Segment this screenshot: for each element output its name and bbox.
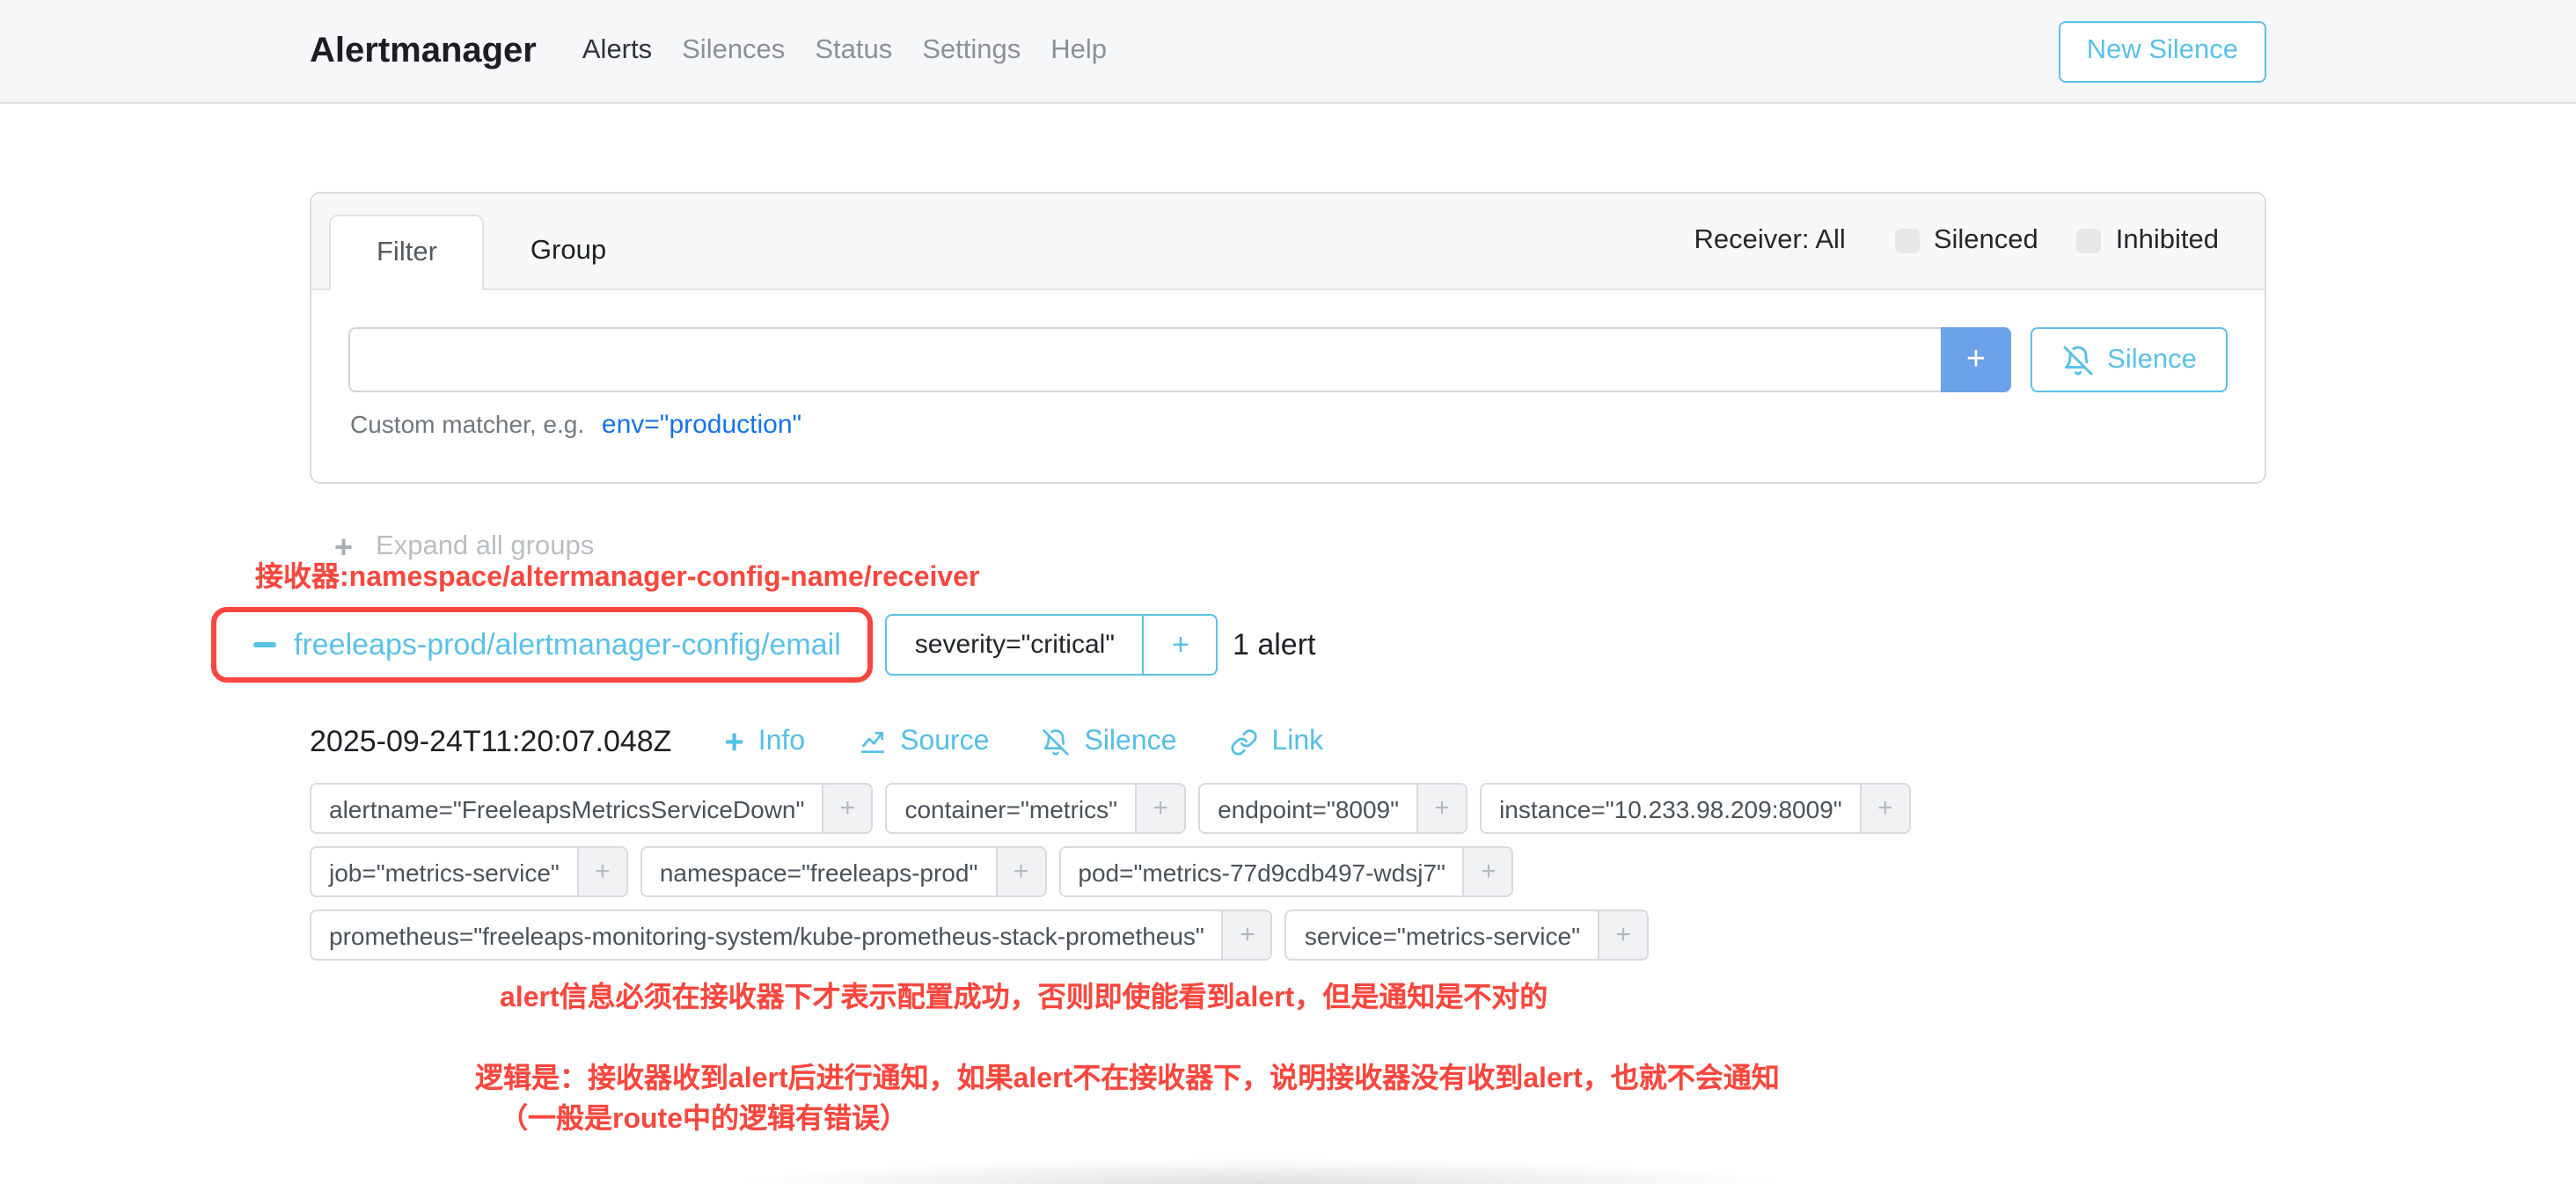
tab-group[interactable]: Group <box>485 215 652 287</box>
label-button[interactable]: namespace="freeleaps-prod" <box>642 848 996 895</box>
alert-label: service="metrics-service" + <box>1285 910 1649 961</box>
alert-label: namespace="freeleaps-prod" + <box>640 846 1047 897</box>
annotation-logic-line1: 逻辑是：接收器收到alert后进行通知，如果alert不在接收器下，说明接收器没… <box>475 1059 2266 1100</box>
navbar: Alertmanager Alerts Silences Status Sett… <box>0 0 2576 104</box>
alert-label: pod="metrics-77d9cdb497-wdsj7" + <box>1058 846 1514 897</box>
label-add-filter-button[interactable]: + <box>1598 911 1647 959</box>
alert-header: 2025-09-24T11:20:07.048Z + Info Source <box>310 725 2266 760</box>
label-button[interactable]: pod="metrics-77d9cdb497-wdsj7" <box>1060 848 1463 895</box>
nav-silences[interactable]: Silences <box>682 35 785 67</box>
alert-item: 2025-09-24T11:20:07.048Z + Info Source <box>310 725 2266 961</box>
add-matcher-button[interactable]: + <box>1941 327 2011 392</box>
groups-toolbar: + Expand all groups 接收器:namespace/alterm… <box>310 531 2266 570</box>
label-button[interactable]: prometheus="freeleaps-monitoring-system/… <box>311 911 1222 959</box>
alert-info-button[interactable]: + Info <box>724 726 805 759</box>
link-icon <box>1229 728 1257 756</box>
label-add-filter-button[interactable]: + <box>822 785 871 832</box>
label-add-filter-button[interactable]: + <box>1463 848 1512 895</box>
label-button[interactable]: alertname="FreeleapsMetricsServiceDown" <box>311 785 822 832</box>
silence-from-filter-button[interactable]: Silence <box>2031 327 2228 392</box>
alert-label: container="metrics" + <box>885 783 1186 834</box>
label-button[interactable]: endpoint="8009" <box>1200 785 1416 832</box>
main-nav: Alerts Silences Status Settings Help <box>582 35 1107 67</box>
nav-status[interactable]: Status <box>815 35 892 67</box>
label-add-filter-button[interactable]: + <box>577 848 626 895</box>
filter-tabs: Filter Group <box>329 215 652 289</box>
receiver-group-toggle[interactable]: freeleaps-prod/alertmanager-config/email <box>253 627 841 662</box>
label-button[interactable]: service="metrics-service" <box>1287 911 1598 959</box>
group-matcher: severity="critical" + <box>885 615 1218 676</box>
alert-label: prometheus="freeleaps-monitoring-system/… <box>310 910 1273 961</box>
alert-link-link[interactable]: Link <box>1229 727 1323 758</box>
tab-filter[interactable]: Filter <box>329 215 485 290</box>
bell-slash-icon <box>2061 344 2093 376</box>
nav-alerts[interactable]: Alerts <box>582 35 652 67</box>
receiver-group-name: freeleaps-prod/alertmanager-config/email <box>294 627 841 662</box>
plus-icon: + <box>724 726 743 759</box>
alert-label: endpoint="8009" + <box>1198 783 1467 834</box>
annotation-receiver-note: 接收器:namespace/altermanager-config-name/r… <box>255 552 979 595</box>
alert-count: 1 alert <box>1233 627 1316 662</box>
nav-help[interactable]: Help <box>1050 35 1107 67</box>
matcher-example-link[interactable]: env="production" <box>602 410 801 440</box>
silenced-checkbox-label: Silenced <box>1934 225 2038 257</box>
nav-settings[interactable]: Settings <box>922 35 1021 67</box>
label-add-filter-button[interactable]: + <box>1416 785 1466 832</box>
matcher-input-group: + <box>348 327 2011 392</box>
alert-group-row: freeleaps-prod/alertmanager-config/email… <box>211 607 2266 683</box>
alertmanager-page: Alertmanager Alerts Silences Status Sett… <box>0 0 2576 1184</box>
alert-timestamp: 2025-09-24T11:20:07.048Z <box>310 725 671 760</box>
minus-icon <box>253 642 276 648</box>
filter-panel-header: Filter Group Receiver: All Silenced Inhi… <box>311 194 2265 290</box>
main-content: Filter Group Receiver: All Silenced Inhi… <box>310 104 2266 1140</box>
hint-text: Custom matcher, e.g. <box>350 410 584 438</box>
filter-panel-body: + Silence Cus <box>311 290 2265 482</box>
new-silence-button[interactable]: New Silence <box>2059 20 2266 82</box>
inhibited-checkbox[interactable] <box>2077 229 2102 253</box>
alert-labels: alertname="FreeleapsMetricsServiceDown" … <box>310 783 2266 961</box>
alert-source-link[interactable]: Source <box>858 727 989 758</box>
label-add-filter-button[interactable]: + <box>995 848 1044 895</box>
screenshot-shadow <box>577 1156 1943 1184</box>
filter-panel: Filter Group Receiver: All Silenced Inhi… <box>310 192 2266 484</box>
filter-options: Receiver: All Silenced Inhibited <box>1694 225 2219 257</box>
label-add-filter-button[interactable]: + <box>1222 911 1271 959</box>
alert-label: job="metrics-service" + <box>310 846 628 897</box>
group-matcher-add-button[interactable]: + <box>1143 617 1217 674</box>
label-add-filter-button[interactable]: + <box>1860 785 1909 832</box>
brand[interactable]: Alertmanager <box>310 31 537 71</box>
alert-label: instance="10.233.98.209:8009" + <box>1480 783 1911 834</box>
chart-line-icon <box>858 728 886 756</box>
annotation-logic-note: 逻辑是：接收器收到alert后进行通知，如果alert不在接收器下，说明接收器没… <box>475 1059 2266 1140</box>
label-button[interactable]: container="metrics" <box>887 785 1135 832</box>
matcher-hint: Custom matcher, e.g. env="production" <box>348 410 2228 440</box>
annotation-highlight-box: freeleaps-prod/alertmanager-config/email <box>211 607 873 683</box>
label-button[interactable]: job="metrics-service" <box>311 848 577 895</box>
annotation-alert-note: alert信息必须在接收器下才表示配置成功，否则即使能看到alert，但是通知是… <box>500 973 2266 1015</box>
alert-silence-link[interactable]: Silence <box>1042 727 1176 758</box>
inhibited-checkbox-label: Inhibited <box>2116 225 2219 257</box>
group-matcher-button[interactable]: severity="critical" <box>887 617 1143 674</box>
annotation-logic-line2: （一般是route中的逻辑有错误） <box>500 1100 2266 1140</box>
alert-label: alertname="FreeleapsMetricsServiceDown" … <box>310 783 873 834</box>
silenced-checkbox[interactable] <box>1895 229 1920 253</box>
bell-slash-icon <box>1042 728 1070 756</box>
label-button[interactable]: instance="10.233.98.209:8009" <box>1482 785 1860 832</box>
matcher-input[interactable] <box>348 327 1941 392</box>
receiver-filter-dropdown[interactable]: Receiver: All <box>1694 225 1846 257</box>
label-add-filter-button[interactable]: + <box>1135 785 1184 832</box>
